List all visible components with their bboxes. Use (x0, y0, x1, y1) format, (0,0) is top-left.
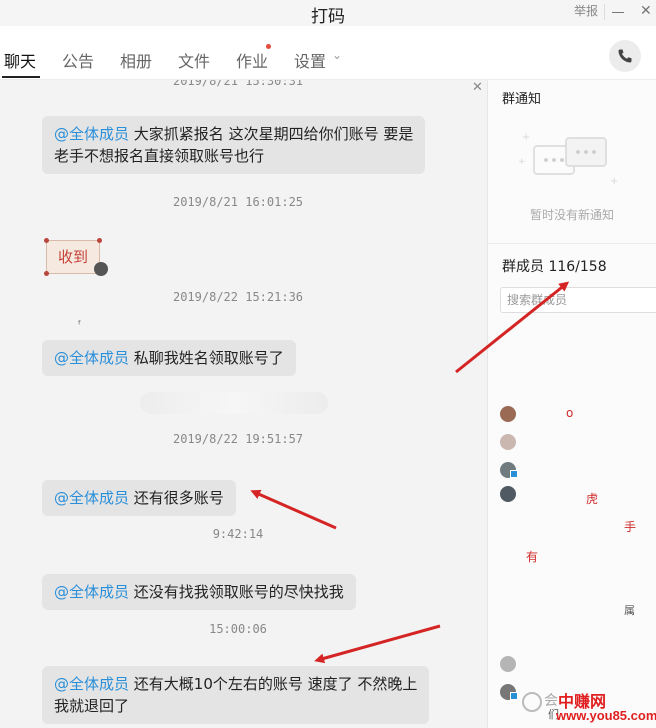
call-button[interactable] (609, 40, 641, 72)
mention-all[interactable]: @全体成员 (54, 675, 129, 693)
redacted-mark: ᶠ (78, 318, 82, 331)
mention-all[interactable]: @全体成员 (54, 489, 129, 507)
empty-notice-text: 暂时没有新通知 (529, 208, 614, 222)
tab-announcement[interactable]: 公告 (62, 48, 94, 72)
member-name: 手 (624, 520, 637, 534)
timestamp: 2019/8/22 15:21:36 (172, 290, 304, 304)
minimize-icon[interactable] (612, 12, 624, 13)
message-bubble[interactable]: @全体成员 还有很多账号 (42, 480, 236, 516)
notification-dot (266, 44, 271, 49)
mention-all[interactable]: @全体成员 (54, 583, 129, 601)
member-row[interactable]: 虎 (500, 486, 650, 506)
member-name: o (566, 406, 574, 420)
watermark-logo (522, 692, 542, 712)
message-bubble[interactable]: @全体成员 还没有找我领取账号的尽快找我 (42, 574, 356, 610)
tab-album[interactable]: 相册 (120, 48, 152, 72)
svg-text:+: + (518, 157, 526, 167)
member-row[interactable] (500, 656, 650, 674)
tab-chat[interactable]: 聊天 (4, 48, 36, 72)
svg-text:+: + (522, 132, 530, 143)
avatar (500, 486, 516, 502)
member-badge (510, 692, 518, 700)
tab-homework[interactable]: 作业 (236, 48, 268, 72)
member-name: 有 (526, 550, 539, 564)
title-divider (604, 4, 605, 20)
member-badge (510, 470, 518, 478)
watermark-url: www.you85.com (556, 708, 656, 723)
message-text: 私聊我姓名领取账号了 (133, 349, 284, 367)
watermark: 会 中赚网 www.you85.com (520, 688, 656, 728)
divider (488, 243, 656, 244)
mention-all[interactable]: @全体成员 (54, 349, 129, 367)
member-search-input[interactable]: 搜索群成员 (500, 287, 656, 313)
avatar (500, 656, 516, 672)
avatar (500, 434, 516, 450)
active-tab-indicator (2, 76, 40, 78)
message-text: 还没有找我领取账号的尽快找我 (133, 583, 344, 601)
member-row[interactable] (500, 462, 650, 480)
sticker-corner (97, 238, 102, 243)
message-line: @全体成员 还有大概10个左右的账号 速度了 不然晚上 (54, 673, 417, 695)
message-text: 大家抓紧报名 这次星期四给你们账号 要是 (133, 125, 414, 143)
notice-title: 群通知 (502, 92, 542, 107)
report-link[interactable]: 举报 (574, 2, 598, 19)
timestamp: 2019/8/21 15:30:31 (172, 80, 304, 88)
tab-bar: 聊天 公告 相册 文件 作业 设置 ⌄ (0, 30, 656, 80)
member-name: 属 (624, 604, 635, 617)
mention-all[interactable]: @全体成员 (54, 125, 129, 143)
chat-bubbles-icon: + + + (518, 132, 618, 187)
members-count: 群成员 116/158 (502, 259, 607, 275)
timestamp: 9:42:14 (212, 527, 264, 541)
message-bubble[interactable]: @全体成员 大家抓紧报名 这次星期四给你们账号 要是 老手不想报名直接领取账号也… (42, 116, 426, 174)
tab-settings[interactable]: 设置 (294, 48, 326, 72)
message-text: 还有大概10个左右的账号 速度了 不然晚上 (133, 675, 418, 693)
message-line: @全体成员 大家抓紧报名 这次星期四给你们账号 要是 (54, 123, 413, 145)
message-text: 还有很多账号 (133, 489, 224, 507)
chevron-down-icon[interactable]: ⌄ (332, 48, 342, 62)
member-row[interactable]: o (500, 406, 650, 424)
timestamp: 15:00:06 (209, 622, 267, 636)
svg-text:+: + (610, 176, 618, 187)
phone-icon (618, 49, 632, 63)
message-bubble[interactable]: @全体成员 私聊我姓名领取账号了 (42, 340, 296, 376)
avatar (500, 406, 516, 422)
group-info-panel: 群通知 + + + 暂时没有新通知 群成员 116/158 搜索群成员 o 虎 … (487, 80, 656, 728)
received-sticker[interactable]: 收到 (46, 240, 100, 274)
member-name: 虎 (586, 492, 599, 506)
chat-panel[interactable]: ✕ 2019/8/21 15:30:31 @全体成员 大家抓紧报名 这次星期四给… (0, 80, 487, 728)
sticker-corner (44, 271, 49, 276)
watermark-text: 会 (544, 693, 558, 709)
message-text: 我就退回了 (54, 697, 130, 715)
timestamp: 2019/8/21 16:01:25 (172, 195, 304, 209)
title-bar: 打码 举报 ✕ (0, 0, 656, 27)
member-row[interactable] (500, 434, 650, 452)
avatar (94, 262, 108, 276)
sticker-corner (44, 238, 49, 243)
timestamp: 2019/8/22 19:51:57 (172, 432, 304, 446)
tab-files[interactable]: 文件 (178, 48, 210, 72)
message-bubble[interactable]: @全体成员 还有大概10个左右的账号 速度了 不然晚上 我就退回了 (42, 666, 430, 724)
message-text: 老手不想报名直接领取账号也行 (54, 147, 265, 165)
close-window-icon[interactable]: ✕ (640, 3, 652, 19)
window-title: 打码 (311, 7, 345, 27)
redacted-content (140, 392, 328, 414)
